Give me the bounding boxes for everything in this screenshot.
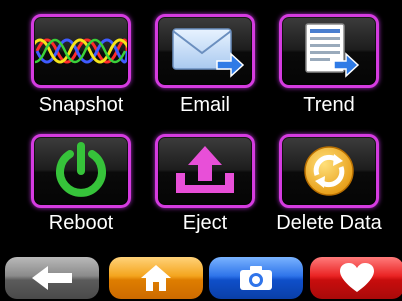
trend-label: Trend [303,94,355,116]
eject-button[interactable] [155,134,255,208]
waveform-icon [35,38,127,64]
power-icon [56,142,106,197]
reboot-button[interactable] [31,134,131,208]
home-icon [141,265,171,291]
home-button[interactable] [109,257,203,299]
snapshot-label: Snapshot [38,94,124,116]
eject-label: Eject [182,212,228,234]
trend-button[interactable] [279,14,379,88]
trend-report-icon [305,23,360,78]
recycle-icon [304,146,354,196]
heart-icon [340,263,374,292]
eject-icon [176,146,234,193]
snapshot-button[interactable] [31,14,131,88]
main-menu-screen: Snapshot Email Trend Reboot Eject Delete… [0,0,402,301]
delete-data-label: Delete Data [276,212,382,234]
camera-icon [240,266,272,290]
reboot-label: Reboot [48,212,114,234]
back-arrow-icon [32,266,72,290]
email-icon [172,28,245,78]
delete-data-button[interactable] [279,134,379,208]
email-button[interactable] [155,14,255,88]
back-button[interactable] [5,257,99,299]
email-label: Email [179,94,230,116]
favorite-button[interactable] [310,257,402,299]
camera-button[interactable] [209,257,303,299]
